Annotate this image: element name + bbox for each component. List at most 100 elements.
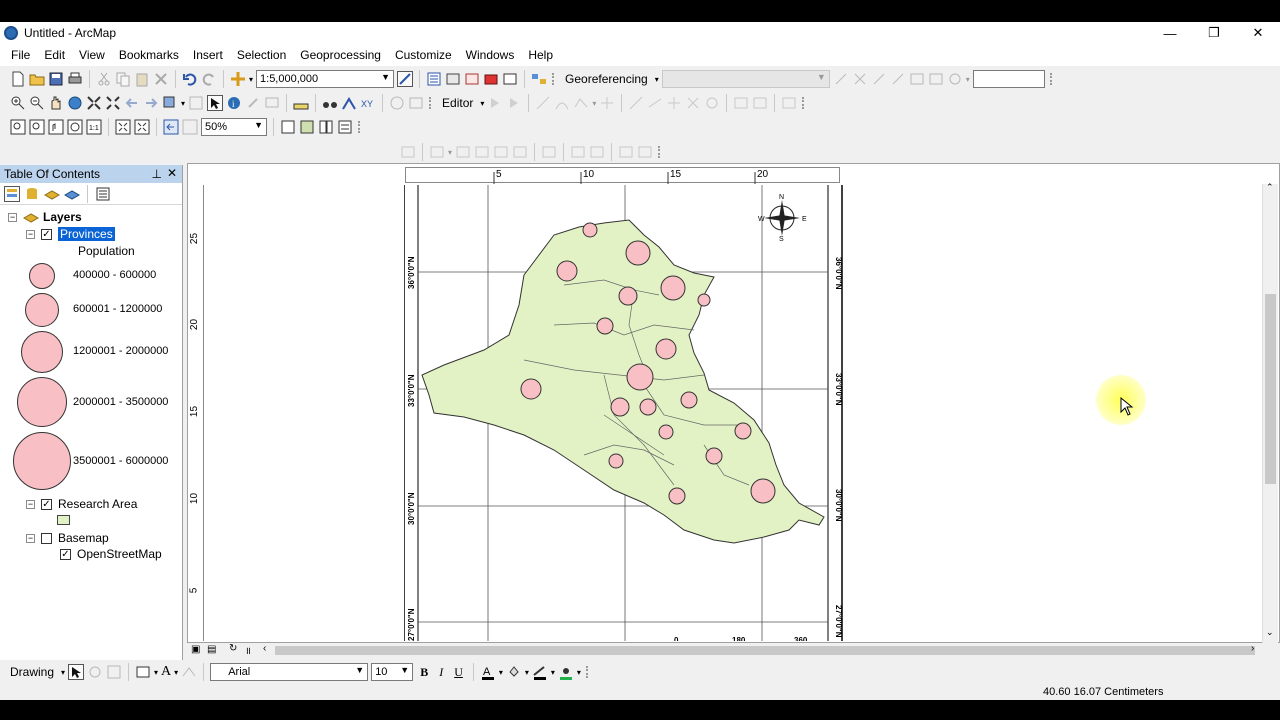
options-icon[interactable] <box>95 186 111 202</box>
attributes-icon[interactable] <box>733 95 749 111</box>
reshape-icon[interactable] <box>647 95 663 111</box>
zoom-out-icon[interactable] <box>29 95 45 111</box>
vertical-scrollbar[interactable]: ⌃ ⌄ <box>1262 182 1278 644</box>
scroll-left-icon[interactable]: ‹ <box>263 643 266 654</box>
table-of-contents-icon[interactable] <box>426 71 442 87</box>
toolbar-grip[interactable] <box>1049 73 1056 85</box>
focus-data-frame-icon[interactable] <box>299 119 315 135</box>
italic-button[interactable]: I <box>435 665 447 680</box>
rotate-dropdown-icon[interactable]: ▾ <box>966 75 970 84</box>
basemap-layer-row[interactable]: − Basemap <box>26 531 109 545</box>
openstreetmap-checkbox[interactable]: ✓ <box>60 548 71 560</box>
font-color-icon[interactable]: A <box>480 664 496 680</box>
fixed-zoom-in-layout-icon[interactable] <box>115 119 131 135</box>
scale-icon[interactable] <box>871 71 887 87</box>
restore-button[interactable]: ❐ <box>1192 22 1236 44</box>
fixed-zoom-out-icon[interactable] <box>105 95 121 111</box>
editor-dropdown-icon[interactable]: ▾ <box>480 99 484 108</box>
collapse-basemap-icon[interactable]: − <box>26 533 35 543</box>
menu-help[interactable]: Help <box>521 48 560 62</box>
measure-icon[interactable] <box>293 95 309 111</box>
fill-color-icon[interactable] <box>506 664 522 680</box>
menu-geoprocessing[interactable]: Geoprocessing <box>293 48 388 62</box>
hyperlink-icon[interactable] <box>245 95 261 111</box>
time-slider-icon[interactable] <box>389 95 405 111</box>
find-binoculars-icon[interactable] <box>322 95 338 111</box>
full-extent-icon[interactable] <box>67 95 83 111</box>
provinces-label[interactable]: Provinces <box>58 227 115 241</box>
cut-polygons-icon[interactable] <box>666 95 682 111</box>
cut-icon[interactable] <box>96 71 112 87</box>
disabled-tool-11-icon[interactable] <box>637 144 653 160</box>
marker-color-dropdown-icon[interactable]: ▾ <box>577 668 581 677</box>
toolbar-grip[interactable] <box>802 97 808 109</box>
text-dropdown-icon[interactable]: ▾ <box>174 668 178 677</box>
rotate-icon[interactable] <box>833 71 849 87</box>
toolbar-grip[interactable] <box>358 121 364 133</box>
disabled-tool-5-icon[interactable] <box>493 144 509 160</box>
toolbar-grip[interactable] <box>585 666 592 678</box>
legend-symbol-5[interactable] <box>13 432 71 490</box>
model-builder-icon[interactable] <box>531 71 547 87</box>
rotation-angle-input[interactable] <box>972 70 1045 88</box>
layers-row[interactable]: − Layers <box>8 210 82 224</box>
zoom-100-percent-icon[interactable]: 1:1 <box>86 119 102 135</box>
disabled-tool-4-icon[interactable] <box>474 144 490 160</box>
disabled-tool-6-icon[interactable] <box>512 144 528 160</box>
minimize-button[interactable]: — <box>1148 22 1192 44</box>
scroll-right-icon[interactable]: › <box>1251 643 1254 654</box>
drawing-menu[interactable]: Drawing <box>6 665 58 679</box>
close-icon[interactable]: ✕ <box>167 166 177 180</box>
copy-icon[interactable] <box>115 71 131 87</box>
link-table-icon[interactable] <box>928 71 944 87</box>
edit-annotation-icon[interactable] <box>506 95 522 111</box>
legend-symbol-3[interactable] <box>21 331 63 373</box>
add-data-icon[interactable] <box>230 71 246 87</box>
font-size-combo[interactable]: 10 ▼ <box>371 663 414 681</box>
layout-zoom-in-icon[interactable] <box>10 119 26 135</box>
menu-edit[interactable]: Edit <box>37 48 72 62</box>
toggle-draft-mode-icon[interactable] <box>280 119 296 135</box>
font-name-combo[interactable]: Arial ▼ <box>210 663 369 681</box>
rotate-tool-icon[interactable] <box>947 71 963 87</box>
view-link-table-icon[interactable] <box>909 71 925 87</box>
scroll-down-icon[interactable]: ⌄ <box>1266 627 1274 638</box>
editor-toolbar-icon[interactable] <box>397 71 414 87</box>
close-window-button[interactable]: ✕ <box>1236 22 1280 44</box>
rotate-edit-icon[interactable] <box>704 95 720 111</box>
menu-insert[interactable]: Insert <box>186 48 230 62</box>
print-icon[interactable] <box>67 71 83 87</box>
editor-menu[interactable]: Editor <box>438 96 477 110</box>
identify-icon[interactable]: i <box>226 95 242 111</box>
collapse-layers-icon[interactable]: − <box>8 212 17 222</box>
provinces-checkbox[interactable]: ✓ <box>41 228 52 240</box>
find-route-icon[interactable] <box>341 95 357 111</box>
provinces-layer-row[interactable]: − ✓ Provinces <box>26 227 115 241</box>
map-data-frame[interactable]: N S E W 36°0'0"N 36°0'0"N 33°0'0"N 33°0'… <box>404 185 844 641</box>
zoom-in-icon[interactable] <box>10 95 26 111</box>
trace-icon[interactable] <box>573 95 589 111</box>
sketch-properties-icon[interactable] <box>752 95 768 111</box>
construction-dropdown-icon[interactable]: ▾ <box>592 99 596 108</box>
layout-pan-icon[interactable] <box>48 119 64 135</box>
edit-vertices-icon[interactable] <box>628 95 644 111</box>
clear-selection-icon[interactable] <box>188 95 204 111</box>
search-window-icon[interactable] <box>464 71 480 87</box>
select-features-icon[interactable] <box>162 95 178 111</box>
change-layout-icon[interactable] <box>318 119 334 135</box>
rotate-draw-icon[interactable] <box>87 664 103 680</box>
select-dropdown-icon[interactable]: ▾ <box>181 99 185 108</box>
menu-selection[interactable]: Selection <box>230 48 293 62</box>
zoom-to-selected-icon[interactable] <box>106 664 122 680</box>
legend-symbol-1[interactable] <box>29 263 55 289</box>
viewer-window-icon[interactable] <box>408 95 424 111</box>
select-elements-icon[interactable] <box>207 95 224 111</box>
open-folder-icon[interactable] <box>29 71 45 87</box>
drawing-dropdown-icon[interactable]: ▾ <box>61 668 65 677</box>
go-forward-extent-icon[interactable] <box>182 119 198 135</box>
disabled-tool-9-icon[interactable] <box>589 144 605 160</box>
marker-color-icon[interactable] <box>558 664 574 680</box>
arctoolbox-icon[interactable] <box>483 71 499 87</box>
pin-icon[interactable]: ⊥ <box>152 167 162 181</box>
redo-icon[interactable] <box>201 71 217 87</box>
